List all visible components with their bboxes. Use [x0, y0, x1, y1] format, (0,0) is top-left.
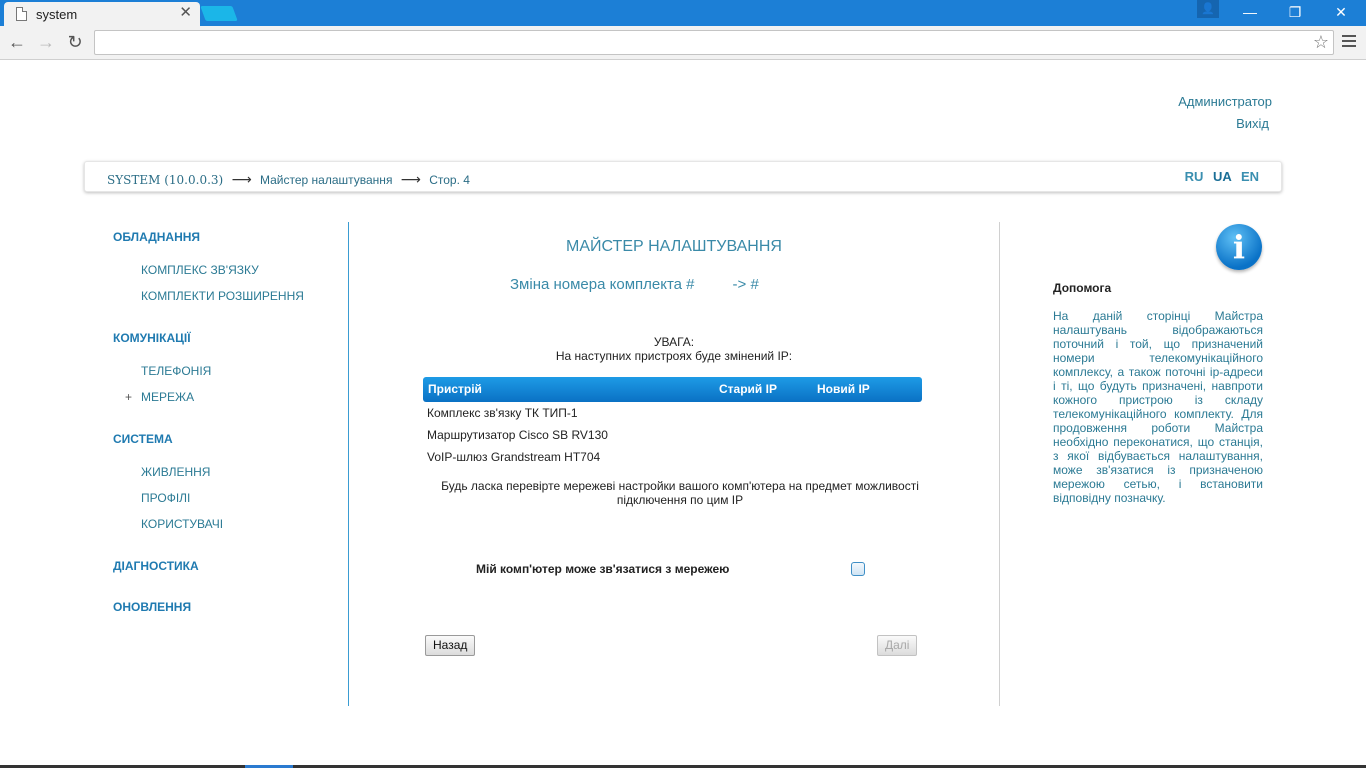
- restore-button[interactable]: ❐: [1280, 1, 1310, 23]
- back-button[interactable]: Назад: [425, 635, 476, 656]
- minimize-button[interactable]: —: [1235, 1, 1265, 23]
- sidebar-item-profiles[interactable]: ПРОФІЛІ: [141, 491, 348, 505]
- sidebar-item-extensions[interactable]: КОМПЛЕКТИ РОЗШИРЕННЯ: [141, 289, 348, 303]
- sidebar-item-power[interactable]: ЖИВЛЕННЯ: [141, 465, 348, 479]
- subtitle-left: Зміна номера комплекта #: [510, 276, 695, 293]
- breadcrumb-system[interactable]: SYSTEM (10.0.0.3): [107, 173, 223, 187]
- next-button[interactable]: Далі: [877, 635, 918, 656]
- lang-en[interactable]: EN: [1241, 169, 1259, 184]
- warning-title: УВАГА:: [653, 335, 695, 349]
- sidebar-item-users[interactable]: КОРИСТУВАЧІ: [141, 517, 348, 531]
- device-name: VoIP-шлюз Grandstream HT704: [427, 450, 601, 464]
- subtitle-right: -> #: [732, 276, 759, 293]
- warning-text: На наступних пристроях буде змінений IP:: [555, 349, 793, 363]
- sidebar: ОБЛАДНАННЯ КОМПЛЕКС ЗВ'ЯЗКУ КОМПЛЕКТИ РО…: [113, 222, 348, 614]
- browser-toolbar: ← → ↻ ☆: [0, 26, 1366, 60]
- breadcrumb-wizard[interactable]: Майстер налаштування: [260, 173, 392, 187]
- table-header: Пристрій Старий IP Новий IP: [423, 377, 922, 402]
- sidebar-item-network-label: МЕРЕЖА: [141, 390, 195, 404]
- sidebar-section-hardware[interactable]: ОБЛАДНАННЯ: [113, 230, 348, 244]
- sidebar-item-complex[interactable]: КОМПЛЕКС ЗВ'ЯЗКУ: [141, 263, 348, 277]
- devices-table: Пристрій Старий IP Новий IP Комплекс зв'…: [423, 377, 922, 468]
- tab-title: system: [36, 7, 78, 22]
- logout-link[interactable]: Вихід: [1178, 113, 1269, 135]
- address-bar[interactable]: ☆: [94, 30, 1334, 55]
- wizard-panel: МАЙСТЕР НАЛАШТУВАННЯ Зміна номера компле…: [350, 222, 998, 706]
- breadcrumb: SYSTEM (10.0.0.3) ⟶ Майстер налаштування…: [84, 161, 1282, 192]
- connect-label: Мій комп'ютер може зв'язатися з мережею: [476, 562, 730, 576]
- browser-menu-icon[interactable]: [1340, 32, 1358, 52]
- forward-icon[interactable]: →: [36, 32, 56, 52]
- divider: [348, 222, 349, 706]
- warning-block: УВАГА: На наступних пристроях буде зміне…: [350, 335, 998, 363]
- table-row: Маршрутизатор Cisco SB RV130: [423, 424, 922, 446]
- column-new-ip: Новий IP: [817, 382, 870, 396]
- new-tab-button[interactable]: [200, 6, 238, 21]
- lang-ru[interactable]: RU: [1185, 169, 1204, 184]
- bookmark-star-icon[interactable]: ☆: [1313, 32, 1329, 53]
- help-text: На даній сторінці Майстра налаштувань ві…: [1053, 309, 1263, 505]
- lang-ua[interactable]: UA: [1213, 169, 1231, 184]
- sidebar-section-updates[interactable]: ОНОВЛЕННЯ: [113, 600, 348, 614]
- back-icon[interactable]: ←: [7, 32, 27, 52]
- language-switcher: RU UA EN: [1179, 169, 1259, 184]
- sidebar-section-diagnostics[interactable]: ДІАГНОСТИКА: [113, 559, 348, 573]
- tab-close-icon[interactable]: ✕: [179, 5, 192, 21]
- browser-tab[interactable]: system ✕: [4, 2, 200, 26]
- check-note: Будь ласка перевірте мережеві настройки …: [441, 479, 919, 507]
- sidebar-item-network[interactable]: + МЕРЕЖА: [125, 390, 348, 404]
- page-icon: [16, 7, 27, 21]
- table-row: Комплекс зв'язку ТК ТИП-1: [423, 402, 922, 424]
- close-window-button[interactable]: ✕: [1326, 1, 1356, 23]
- profile-icon[interactable]: 👤: [1197, 0, 1219, 18]
- help-title: Допомога: [1053, 281, 1112, 295]
- breadcrumb-arrow-icon: ⟶: [231, 171, 252, 187]
- breadcrumb-arrow-icon: ⟶: [400, 171, 421, 187]
- sidebar-section-communications[interactable]: КОМУНІКАЦІЇ: [113, 331, 348, 345]
- device-name: Маршрутизатор Cisco SB RV130: [427, 428, 608, 442]
- user-box: Администратор Вихід: [1178, 91, 1272, 135]
- expand-icon[interactable]: +: [125, 390, 132, 404]
- user-name-link[interactable]: Администратор: [1178, 91, 1272, 113]
- breadcrumb-page: Стор. 4: [429, 173, 470, 187]
- table-row: VoIP-шлюз Grandstream HT704: [423, 446, 922, 468]
- divider: [999, 222, 1000, 706]
- device-name: Комплекс зв'язку ТК ТИП-1: [427, 406, 578, 420]
- info-icon: i: [1216, 224, 1262, 270]
- connect-checkbox[interactable]: [851, 562, 865, 576]
- sidebar-item-telephony[interactable]: ТЕЛЕФОНІЯ: [141, 364, 348, 378]
- browser-titlebar: system ✕ 👤 — ❐ ✕: [0, 0, 1366, 26]
- wizard-subtitle: Зміна номера комплекта # -> #: [510, 276, 759, 293]
- sidebar-section-system[interactable]: СИСТЕМА: [113, 432, 348, 446]
- reload-icon[interactable]: ↻: [65, 32, 85, 52]
- page-title: МАЙСТЕР НАЛАШТУВАННЯ: [566, 238, 782, 255]
- column-old-ip: Старий IP: [719, 382, 777, 396]
- column-device: Пристрій: [428, 382, 482, 396]
